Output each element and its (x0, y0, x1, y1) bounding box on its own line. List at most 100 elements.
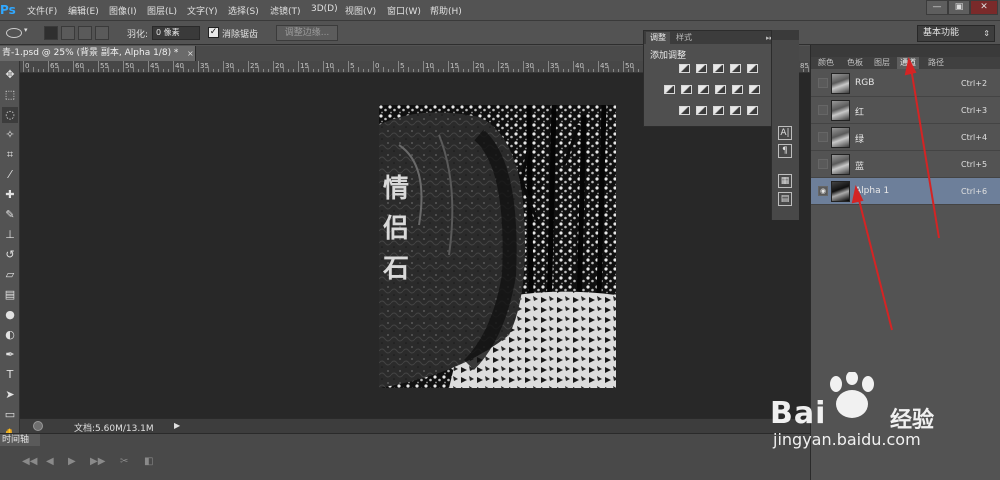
menu-window[interactable]: 窗口(W) (387, 4, 421, 17)
gradient-tool-icon[interactable]: ▤ (2, 287, 18, 303)
workspace-select[interactable]: 基本功能 ⇕ (917, 25, 995, 42)
refine-edge-button[interactable]: 调整边缘... (276, 25, 338, 41)
ruler-minor-tick (388, 69, 389, 72)
menu-filter[interactable]: 滤镜(T) (270, 4, 301, 17)
play-icon[interactable]: ▶ (68, 456, 76, 467)
channel-row[interactable]: RGB Ctrl+2 (811, 70, 1000, 97)
visibility-toggle[interactable] (818, 78, 828, 88)
hue-icon[interactable] (664, 85, 675, 94)
timeline-tab[interactable]: 时间轴 (0, 434, 40, 446)
color-balance-icon[interactable] (681, 85, 692, 94)
blur-tool-icon[interactable]: ● (2, 307, 18, 323)
menu-image[interactable]: 图像(I) (109, 4, 137, 17)
ruler-tick (173, 61, 174, 72)
chevron-down-icon[interactable]: ▾ (24, 26, 28, 34)
tab-paths[interactable]: 路径 (925, 57, 947, 69)
scissors-icon[interactable]: ✂ (120, 456, 128, 467)
menu-3d[interactable]: 3D(D) (311, 4, 338, 14)
new-selection-button[interactable] (44, 26, 58, 40)
intersect-selection-button[interactable] (95, 26, 109, 40)
visibility-toggle[interactable] (818, 132, 828, 142)
healing-brush-tool-icon[interactable]: ✚ (2, 187, 18, 203)
posterize-icon[interactable] (696, 106, 707, 115)
ruler-minor-tick (308, 67, 309, 72)
channel-mixer-icon[interactable] (732, 85, 743, 94)
move-tool-icon[interactable]: ✥ (2, 67, 18, 83)
clone-stamp-tool-icon[interactable]: ⊥ (2, 227, 18, 243)
pen-tool-icon[interactable]: ✒ (2, 347, 18, 363)
curves-icon[interactable] (713, 64, 724, 73)
rectangle-tool-icon[interactable]: ▭ (2, 407, 18, 423)
invert-icon[interactable] (679, 106, 690, 115)
next-frame-icon[interactable]: ▶▶ (90, 456, 105, 467)
menu-type[interactable]: 文字(Y) (187, 4, 218, 17)
transition-icon[interactable]: ◧ (144, 456, 153, 467)
dodge-tool-icon[interactable]: ◐ (2, 327, 18, 343)
properties-panel-icon[interactable]: ▤ (778, 192, 792, 206)
crop-tool-icon[interactable]: ⌗ (2, 147, 18, 163)
path-selection-tool-icon[interactable]: ➤ (2, 387, 18, 403)
channel-row[interactable]: 红 Ctrl+3 (811, 97, 1000, 124)
ruler-tick (98, 61, 99, 72)
visibility-toggle[interactable] (818, 159, 828, 169)
document-image[interactable]: 情侣石 (379, 105, 616, 388)
tab-layers[interactable]: 图层 (871, 57, 893, 69)
tab-channels[interactable]: 通道 (897, 57, 919, 69)
first-frame-icon[interactable]: ◀◀ (22, 456, 37, 467)
magic-wand-tool-icon[interactable]: ✧ (2, 127, 18, 143)
status-menu-arrow-icon[interactable]: ▶ (174, 421, 180, 430)
channel-row[interactable]: 绿 Ctrl+4 (811, 124, 1000, 151)
eraser-tool-icon[interactable]: ▱ (2, 267, 18, 283)
tab-swatches[interactable]: 色板 (844, 57, 866, 69)
close-window-button[interactable]: ✕ (970, 0, 998, 15)
menu-layer[interactable]: 图层(L) (147, 4, 177, 17)
photo-filter-icon[interactable] (715, 85, 726, 94)
document-status-icon[interactable] (33, 421, 43, 431)
channel-row[interactable]: 蓝 Ctrl+5 (811, 151, 1000, 178)
restore-button[interactable]: ▣ (948, 0, 970, 15)
subtract-selection-button[interactable] (78, 26, 92, 40)
visibility-toggle[interactable] (818, 105, 828, 115)
close-icon[interactable]: × (187, 46, 194, 61)
marquee-tool-icon[interactable]: ⬚ (2, 87, 18, 103)
minimize-button[interactable]: — (926, 0, 948, 15)
ruler-minor-tick (253, 69, 254, 72)
eyedropper-tool-icon[interactable]: ⁄ (2, 167, 18, 183)
menu-select[interactable]: 选择(S) (228, 4, 259, 17)
tab-color[interactable]: 颜色 (815, 57, 837, 69)
gradient-map-icon[interactable] (730, 106, 741, 115)
tab-styles[interactable]: 样式 (672, 32, 696, 44)
selective-color-icon[interactable] (747, 106, 758, 115)
menu-edit[interactable]: 编辑(E) (68, 4, 99, 17)
menu-view[interactable]: 视图(V) (345, 4, 376, 17)
color-lookup-icon[interactable] (749, 85, 760, 94)
history-brush-tool-icon[interactable]: ↺ (2, 247, 18, 263)
menu-file[interactable]: 文件(F) (27, 4, 57, 17)
ruler-minor-tick (633, 67, 634, 72)
bw-icon[interactable] (698, 85, 709, 94)
lasso-tool-preset-icon[interactable] (6, 28, 22, 38)
exposure-icon[interactable] (730, 64, 741, 73)
ruler-minor-tick (368, 69, 369, 72)
threshold-icon[interactable] (713, 106, 724, 115)
eye-icon[interactable]: ◉ (818, 186, 828, 196)
brightness-icon[interactable] (679, 64, 690, 73)
previous-frame-icon[interactable]: ◀ (46, 456, 54, 467)
ruler-minor-tick (233, 67, 234, 72)
antialias-checkbox[interactable]: ✓ (208, 27, 219, 38)
vibrance-icon[interactable] (747, 64, 758, 73)
type-tool-icon[interactable]: T (2, 367, 18, 383)
character-panel-icon[interactable]: A| (778, 126, 792, 140)
levels-icon[interactable] (696, 64, 707, 73)
brush-tool-icon[interactable]: ✎ (2, 207, 18, 223)
feather-input[interactable]: 0 像素 (152, 26, 200, 40)
history-panel-icon[interactable]: ▦ (778, 174, 792, 188)
add-to-selection-button[interactable] (61, 26, 75, 40)
tab-adjustments[interactable]: 调整 (646, 32, 670, 44)
menu-help[interactable]: 帮助(H) (430, 4, 462, 17)
lasso-tool-icon[interactable]: ◌ (2, 107, 18, 123)
ruler-minor-tick (543, 69, 544, 72)
document-tab[interactable]: 青-1.psd @ 25% (背景 副本, Alpha 1/8) * × (0, 46, 196, 61)
channel-row[interactable]: ◉ Alpha 1 Ctrl+6 (811, 178, 1000, 205)
paragraph-panel-icon[interactable]: ¶ (778, 144, 792, 158)
